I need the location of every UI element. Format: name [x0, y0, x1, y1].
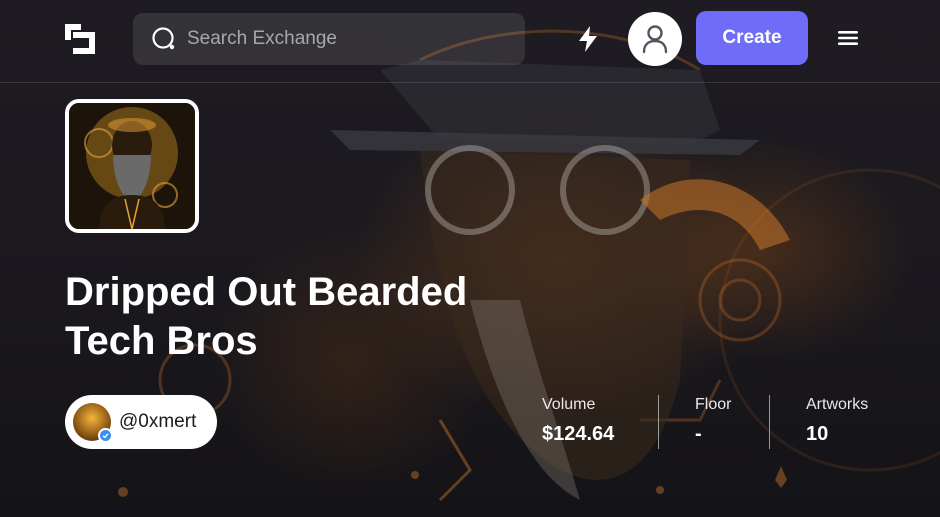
profile-button[interactable] [628, 12, 682, 66]
stat-divider [769, 395, 770, 449]
stat-label: Floor [695, 396, 732, 413]
stat-label: Volume [542, 396, 596, 413]
creator-avatar [73, 403, 113, 443]
stat-value: - [695, 423, 702, 445]
verified-badge-icon [98, 428, 113, 443]
collection-avatar-image [65, 99, 199, 233]
stat-floor: Floor - [695, 396, 731, 446]
search-bar[interactable] [133, 13, 525, 65]
top-navigation-bar: Create [0, 0, 940, 83]
stat-value: $124.64 [542, 423, 615, 445]
search-input[interactable] [187, 28, 507, 50]
collection-artwork-icon [69, 103, 195, 229]
creator-profile-link[interactable]: @0xmert [65, 395, 217, 449]
stat-divider [658, 395, 659, 449]
create-button[interactable]: Create [696, 11, 808, 65]
bolt-icon[interactable] [576, 25, 600, 53]
creator-handle: @0xmert [119, 411, 197, 432]
user-icon [642, 25, 668, 54]
stat-value: 10 [806, 423, 829, 445]
hamburger-menu-icon[interactable] [838, 30, 858, 46]
stat-artworks: Artworks 10 [806, 396, 868, 446]
stat-volume: Volume $124.64 [542, 396, 614, 446]
stat-label: Artworks [806, 396, 869, 413]
search-icon [152, 27, 175, 50]
collection-title: Dripped Out Bearded Tech Bros [65, 270, 468, 363]
logo-icon[interactable] [63, 22, 97, 56]
